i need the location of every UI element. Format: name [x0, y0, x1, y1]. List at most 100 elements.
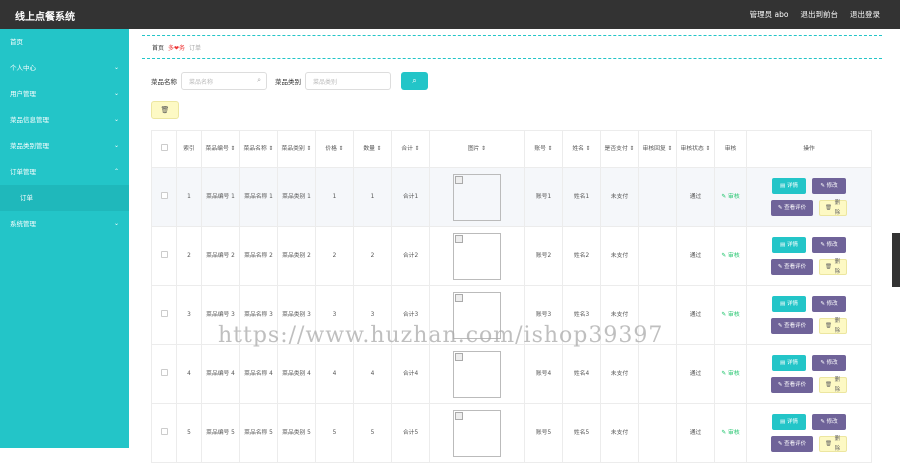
- dish-name-placeholder: 菜品名称: [189, 78, 214, 86]
- total-cell: 合计4: [391, 344, 430, 404]
- row-select-cell[interactable]: [151, 285, 177, 345]
- edit-button[interactable]: ✎ 修改: [812, 414, 846, 430]
- column-header[interactable]: 图片 ⇕: [429, 130, 525, 168]
- index-cell: 4: [176, 344, 202, 404]
- page-scroll-handle[interactable]: [892, 233, 900, 287]
- trash-icon: 🗑: [160, 106, 170, 114]
- sidebar: 首页 个人中心 ⌄ 用户管理 ⌄ 菜品信息管理 ⌄ 菜品类别管理 ⌄ 订单管理 ⌃ 订单 …: [0, 29, 129, 448]
- audit-link[interactable]: ✎ 审核: [721, 430, 739, 436]
- edit-label: 修改: [826, 360, 838, 366]
- row-select-cell[interactable]: [151, 226, 177, 286]
- view-detail-button[interactable]: ▤ 详情: [772, 296, 806, 312]
- chevron-down-icon: ⌄: [113, 90, 119, 97]
- breadcrumb: 首页 多❤务 订单: [142, 35, 882, 59]
- paid-status-cell: 未支付: [600, 344, 639, 404]
- dish-type-cell: 菜品类别 1: [277, 167, 316, 227]
- batch-delete-button[interactable]: 🗑: [151, 101, 179, 119]
- chevron-down-icon: ⌄: [113, 116, 119, 123]
- column-header[interactable]: 是否支付 ⇕: [600, 130, 639, 168]
- column-header[interactable]: 菜品类别 ⇕: [277, 130, 316, 168]
- audit-link[interactable]: ✎ 审核: [721, 371, 739, 377]
- total-cell: 合计2: [391, 226, 430, 286]
- audit-link[interactable]: ✎ 审核: [721, 312, 739, 318]
- sidebar-subitem-order[interactable]: 订单: [0, 185, 129, 211]
- delete-label: 删除: [834, 200, 841, 216]
- row-select-cell[interactable]: [151, 167, 177, 227]
- view-detail-button[interactable]: ▤ 详情: [772, 414, 806, 430]
- column-header[interactable]: 价格 ⇕: [315, 130, 354, 168]
- index-cell: 3: [176, 285, 202, 345]
- sidebar-item-label: 订单管理: [10, 168, 36, 176]
- delete-button[interactable]: 🗑 删除: [819, 259, 847, 275]
- dish-type-input[interactable]: 菜品类别: [305, 72, 391, 90]
- view-detail-label: 详情: [786, 301, 798, 307]
- column-header[interactable]: 审核回复 ⇕: [638, 130, 677, 168]
- audit-link[interactable]: ✎ 审核: [721, 253, 739, 259]
- row-checkbox[interactable]: [160, 250, 168, 258]
- view-detail-button[interactable]: ▤ 详情: [772, 178, 806, 194]
- view-reviews-button[interactable]: ✎ 查看评价: [771, 259, 813, 275]
- column-header[interactable]: 菜品编号 ⇕: [201, 130, 240, 168]
- edit-button[interactable]: ✎ 修改: [812, 355, 846, 371]
- chevron-up-icon: ⌃: [113, 168, 119, 175]
- delete-button[interactable]: 🗑 删除: [819, 436, 847, 452]
- view-reviews-button[interactable]: ✎ 查看评价: [771, 318, 813, 334]
- row-select-cell[interactable]: [151, 344, 177, 404]
- delete-button[interactable]: 🗑 删除: [819, 200, 847, 216]
- sidebar-item-dish-category[interactable]: 菜品类别管理 ⌄: [0, 133, 129, 159]
- main-content: 首页 多❤务 订单 菜品名称 菜品名称 ⌕ 菜品类别 菜品类别 ⌕ 🗑 索引 菜品…: [129, 29, 900, 463]
- view-reviews-button[interactable]: ✎ 查看评价: [771, 436, 813, 452]
- select-all-cell[interactable]: [151, 130, 177, 168]
- row-checkbox[interactable]: [160, 309, 168, 317]
- trash-icon: 🗑: [825, 205, 834, 211]
- view-detail-button[interactable]: ▤ 详情: [772, 237, 806, 253]
- sidebar-item-users[interactable]: 用户管理 ⌄: [0, 81, 129, 107]
- image-cell: [429, 226, 525, 286]
- delete-label: 删除: [834, 436, 841, 452]
- top-bar: 线上点餐系统 管理员 abo 退出到前台 退出登录: [0, 0, 900, 29]
- delete-button[interactable]: 🗑 删除: [819, 377, 847, 393]
- table-row: 1 菜品编号 1 菜品名称 1 菜品类别 1 1 1 合计1 账号1 姓名1 未支付 通过 ✎ 审核 ▤…: [151, 167, 872, 227]
- order-table: 索引 菜品编号 ⇕ 菜品名称 ⇕ 菜品类别 ⇕ 价格 ⇕ 数量 ⇕ 合计 ⇕ 图…: [151, 130, 872, 463]
- edit-button[interactable]: ✎ 修改: [812, 237, 846, 253]
- audit-reply-cell: [638, 167, 677, 227]
- delete-label: 删除: [834, 318, 841, 334]
- column-header[interactable]: 账号 ⇕: [524, 130, 563, 168]
- delete-label: 删除: [834, 259, 841, 275]
- select-all-checkbox[interactable]: [160, 143, 168, 151]
- sidebar-item-system[interactable]: 系统管理 ⌄: [0, 211, 129, 237]
- total-cell: 合计5: [391, 403, 430, 463]
- column-header[interactable]: 数量 ⇕: [353, 130, 392, 168]
- column-header[interactable]: 合计 ⇕: [391, 130, 430, 168]
- dish-name-input[interactable]: 菜品名称 ⌕: [181, 72, 267, 90]
- sidebar-item-orders[interactable]: 订单管理 ⌃: [0, 159, 129, 185]
- chevron-down-icon: ⌄: [113, 64, 119, 71]
- view-reviews-button[interactable]: ✎ 查看评价: [771, 200, 813, 216]
- admin-user-label[interactable]: 管理员 abo: [750, 9, 789, 20]
- search-button[interactable]: ⌕: [401, 72, 428, 90]
- table-header-row: 索引 菜品编号 ⇕ 菜品名称 ⇕ 菜品类别 ⇕ 价格 ⇕ 数量 ⇕ 合计 ⇕ 图…: [151, 130, 872, 168]
- breadcrumb-home[interactable]: 首页: [152, 43, 164, 52]
- column-header[interactable]: 审核状态 ⇕: [676, 130, 715, 168]
- logout-link[interactable]: 退出登录: [850, 9, 880, 20]
- account-cell: 账号4: [524, 344, 563, 404]
- column-header[interactable]: 姓名 ⇕: [562, 130, 601, 168]
- view-detail-label: 详情: [786, 360, 798, 366]
- back-home-link[interactable]: 退出到前台: [801, 9, 839, 20]
- sidebar-item-profile[interactable]: 个人中心 ⌄: [0, 55, 129, 81]
- view-detail-button[interactable]: ▤ 详情: [772, 355, 806, 371]
- row-select-cell[interactable]: [151, 403, 177, 463]
- row-checkbox[interactable]: [160, 427, 168, 435]
- column-header[interactable]: 菜品名称 ⇕: [239, 130, 278, 168]
- audit-link[interactable]: ✎ 审核: [721, 194, 739, 200]
- table-row: 5 菜品编号 5 菜品名称 5 菜品类别 5 5 5 合计5 账号5 姓名5 未支付 通过 ✎ 审核 ▤…: [151, 403, 872, 463]
- price-cell: 1: [315, 167, 354, 227]
- delete-button[interactable]: 🗑 删除: [819, 318, 847, 334]
- view-reviews-button[interactable]: ✎ 查看评价: [771, 377, 813, 393]
- sidebar-item-home[interactable]: 首页: [0, 29, 129, 55]
- row-checkbox[interactable]: [160, 368, 168, 376]
- edit-button[interactable]: ✎ 修改: [812, 296, 846, 312]
- row-checkbox[interactable]: [160, 191, 168, 199]
- sidebar-item-dish-info[interactable]: 菜品信息管理 ⌄: [0, 107, 129, 133]
- edit-button[interactable]: ✎ 修改: [812, 178, 846, 194]
